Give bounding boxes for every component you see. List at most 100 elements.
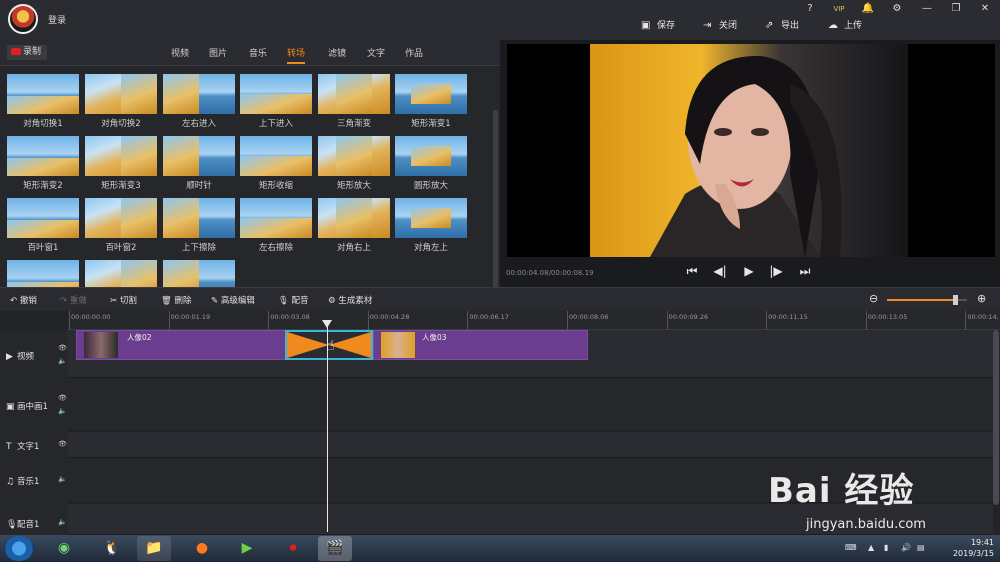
transition-tile[interactable] [85,260,157,287]
eye-icon[interactable]: 👁 [58,394,67,402]
redo-button[interactable]: ↷ 重做 [60,294,87,306]
tab-works[interactable]: 作品 [405,46,423,64]
tab-text[interactable]: 文字 [367,46,385,64]
transition-tile[interactable]: 左右进入 [163,74,235,130]
tab-image[interactable]: 图片 [209,46,227,64]
system-clock[interactable]: 19:41 2019/3/15 [938,537,994,559]
app-recorder-icon[interactable]: ⏺ [276,536,310,561]
transition-label: 对角右上 [336,243,371,253]
tray-power-icon[interactable]: ▮ [884,543,888,552]
tab-music[interactable]: 音乐 [249,46,267,64]
ruler-label: 00:00:04.28 [369,313,410,321]
transition-tile[interactable]: 矩形渐变2 [7,136,79,192]
next-frame-icon[interactable]: |▶ [768,264,784,278]
cut-button[interactable]: ✂ 切割 [110,294,137,306]
text-track-icon: T [6,442,12,452]
transition-tile[interactable]: 矩形渐变3 [85,136,157,192]
skip-to-start-icon[interactable]: ⏮ [684,264,700,279]
maximize-button[interactable]: ❐ [945,2,967,16]
tray-expand-icon[interactable]: ▲ [868,543,874,552]
ruler-tick [268,311,270,330]
app-firefox-icon[interactable]: ● [185,536,219,561]
notification-icon[interactable]: 🔔 [857,2,879,16]
playhead-handle[interactable] [322,320,332,328]
save-button[interactable]: ▣ 保存 [641,19,675,33]
zoom-out-icon[interactable]: ⊖ [869,292,878,305]
help-button[interactable]: ? [799,2,821,16]
export-button[interactable]: ⇗ 导出 [765,19,799,33]
app-video-editor-icon[interactable]: 🎬 [318,536,352,561]
app-media-icon[interactable]: ▶ [230,536,264,561]
timeline-scrollbar[interactable] [993,330,999,505]
transition-tile[interactable]: 矩形渐变1 [395,74,467,130]
cut-label: 切割 [119,296,137,306]
upload-button[interactable]: ☁ 上传 [828,19,862,33]
eye-icon[interactable]: 👁 [58,344,67,352]
app-360-icon[interactable]: ◉ [47,536,81,561]
microphone-track-icon: 🎙 [6,520,18,530]
transition-thumbnail [7,260,79,287]
timeline-ruler[interactable]: 00:00:00.00 00:00:01.19 00:00:03.08 00:00:0… [68,311,1000,330]
ruler-label: 00:00:11.15 [768,313,808,321]
video-clip[interactable]: 人像03 [373,330,588,360]
undo-button[interactable]: ↶ 撤销 [10,294,37,306]
transition-tile[interactable]: 百叶窗1 [7,198,79,254]
eye-icon[interactable]: 👁 [58,440,67,448]
transition-tile[interactable]: 矩形放大 [318,136,390,192]
settings-gear-icon[interactable]: ⚙ [886,2,908,16]
clip-thumbnail [381,332,415,358]
speaker-icon[interactable]: 🔈 [58,475,67,483]
transition-tile[interactable]: 三角渐变 [318,74,390,130]
transition-tile[interactable]: 上下擦除 [163,198,235,254]
zoom-slider[interactable] [887,295,967,305]
speaker-icon[interactable]: 🔈 [58,357,67,365]
transition-tile[interactable]: 对角左上 [395,198,467,254]
play-icon[interactable]: ▶ [741,264,757,278]
transition-thumbnail [163,74,235,114]
dub-button[interactable]: 🎙 配音 [278,294,309,306]
transition-tile[interactable]: 对角右上 [318,198,390,254]
generate-material-button[interactable]: ⚙ 生成素材 [328,294,372,306]
transition-tile[interactable]: 上下进入 [240,74,312,130]
close-project-button[interactable]: ⇥ 关闭 [703,19,737,33]
app-explorer-icon[interactable]: 📁 [137,536,171,561]
transition-tile[interactable]: 左右擦除 [240,198,312,254]
speaker-icon[interactable]: 🔈 [58,518,67,526]
transition-tile[interactable] [7,260,79,287]
video-clip[interactable]: 人像02 [76,330,286,360]
tray-keyboard-icon[interactable]: ⌨ [845,543,857,552]
close-window-button[interactable]: ✕ [974,2,996,16]
app-qq-icon[interactable]: 🐧 [95,536,129,561]
pip-track[interactable] [68,379,993,431]
transition-tile[interactable]: 顺时针 [163,136,235,192]
transition-thumbnail [318,198,390,238]
transition-tile[interactable] [163,260,235,287]
tab-filter[interactable]: 滤镜 [328,46,346,64]
record-button[interactable]: 录制 [7,45,47,60]
video-track-icon: ▶ [6,352,13,362]
skip-to-end-icon[interactable]: ⏭ [797,264,813,279]
tray-network-icon[interactable]: ▤ [917,543,925,552]
advanced-edit-button[interactable]: ✎ 高级编辑 [211,294,255,306]
user-avatar[interactable] [8,4,38,34]
transition-tile[interactable]: 圆形放大 [395,136,467,192]
zoom-in-icon[interactable]: ⊕ [977,292,986,305]
text-track[interactable] [68,432,993,458]
minimize-button[interactable]: — [916,2,938,16]
transition-tile[interactable]: 百叶窗2 [85,198,157,254]
transition-tile[interactable]: 矩形收缩 [240,136,312,192]
delete-button[interactable]: 🗑 删除 [161,294,192,306]
tab-transition[interactable]: 转场 [287,46,306,64]
speaker-icon[interactable]: 🔈 [58,407,67,415]
tray-volume-icon[interactable]: 🔊 [901,543,911,552]
prev-frame-icon[interactable]: ◀| [712,264,728,278]
zoom-slider-handle[interactable] [953,295,958,305]
tab-video[interactable]: 视频 [171,46,189,64]
transition-thumbnail [395,136,467,176]
start-button[interactable] [4,536,34,561]
video-track[interactable]: 人像02 人像03 [68,330,993,378]
login-link[interactable]: 登录 [48,13,66,26]
transition-tile[interactable]: 对角切换2 [85,74,157,130]
vip-button[interactable]: VIP [828,2,850,16]
transition-tile[interactable]: 对角切换1 [7,74,79,130]
